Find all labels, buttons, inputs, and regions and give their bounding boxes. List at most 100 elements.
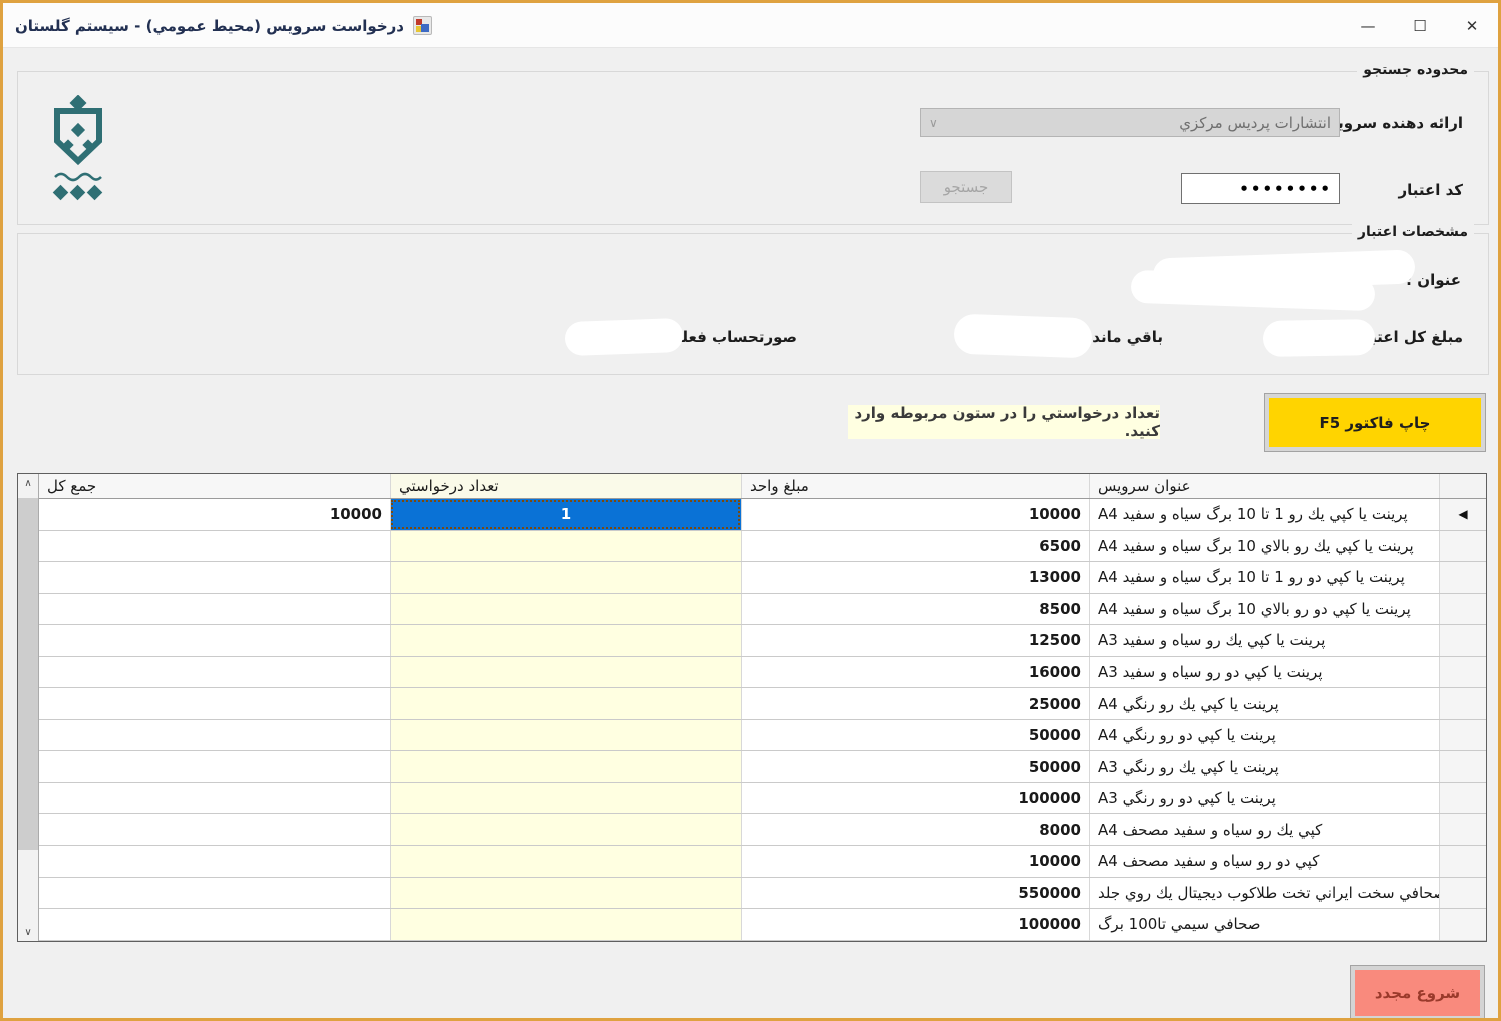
service-title-cell: پرينت يا کپي يك رو رنگي A3: [1089, 751, 1439, 782]
unit-price-cell: 10000: [741, 499, 1089, 530]
service-title-cell: پرينت يا کپي يك رو سياه و سفيد A3: [1089, 625, 1439, 656]
print-invoice-button[interactable]: چاپ فاکتور F5: [1265, 394, 1485, 451]
total-cell: [39, 814, 390, 845]
table-row: 10000کپي دو رو سياه و سفيد مصحف A4: [39, 846, 1486, 878]
qty-cell[interactable]: [390, 594, 741, 625]
table-row: 6500پرينت يا کپي يك رو بالاي 10 برگ سياه…: [39, 531, 1486, 563]
search-button[interactable]: جستجو: [920, 171, 1012, 203]
total-cell: [39, 688, 390, 719]
total-cell: [39, 720, 390, 751]
qty-cell[interactable]: [390, 562, 741, 593]
unit-price-cell: 10000: [741, 846, 1089, 877]
close-button[interactable]: ✕: [1446, 3, 1498, 48]
credit-details-legend: مشخصات اعتبار: [1352, 224, 1474, 240]
qty-cell[interactable]: [390, 531, 741, 562]
table-row: 100000صحافي سيمي تا100 برگ: [39, 909, 1486, 941]
row-header-cell[interactable]: [1439, 846, 1486, 877]
qty-cell[interactable]: [390, 751, 741, 782]
column-header-qty: تعداد درخواستي: [390, 474, 741, 498]
service-title-cell: پرينت يا کپي دو رو سياه و سفيد A3: [1089, 657, 1439, 688]
qty-cell[interactable]: [390, 878, 741, 909]
service-title-cell: پرينت يا کپي يك رو 1 تا 10 برگ سياه و سف…: [1089, 499, 1439, 530]
row-header-cell[interactable]: [1439, 814, 1486, 845]
row-header-cell[interactable]: [1439, 751, 1486, 782]
unit-price-cell: 25000: [741, 688, 1089, 719]
table-header: جمع کل تعداد درخواستي مبلغ واحد عنوان سر…: [39, 474, 1486, 499]
row-header-cell[interactable]: [1439, 531, 1486, 562]
total-cell: [39, 751, 390, 782]
unit-price-cell: 100000: [741, 909, 1089, 940]
unit-price-cell: 16000: [741, 657, 1089, 688]
restart-button[interactable]: شروع مجدد: [1351, 966, 1484, 1020]
column-header-total: جمع کل: [39, 474, 390, 498]
scroll-down-icon[interactable]: ∨: [18, 923, 38, 941]
service-title-cell: کپي يك رو سياه و سفيد مصحف A4: [1089, 814, 1439, 845]
credit-code-input[interactable]: ••••••••: [1181, 173, 1340, 204]
service-title-cell: پرينت يا کپي يك رو رنگي A4: [1089, 688, 1439, 719]
credit-title-label: عنوان :: [1406, 271, 1461, 289]
row-header-cell[interactable]: [1439, 720, 1486, 751]
search-scope-legend: محدوده جستجو: [1357, 62, 1474, 78]
total-cell: [39, 625, 390, 656]
row-header-cell[interactable]: [1439, 878, 1486, 909]
app-icon: [413, 16, 432, 35]
qty-cell[interactable]: [390, 657, 741, 688]
window-controls: — ☐ ✕: [1342, 3, 1498, 48]
total-cell: 10000: [39, 499, 390, 530]
table-row: 13000پرينت يا کپي دو رو 1 تا 10 برگ سياه…: [39, 562, 1486, 594]
window-title: درخواست سرويس (محيط عمومي) - سيستم گلستا…: [15, 17, 404, 35]
redaction-blob: [953, 314, 1092, 359]
service-title-cell: صحافي سخت ايراني تخت طلاکوب ديجيتال يك ر…: [1089, 878, 1439, 909]
service-title-cell: پرينت يا کپي دو رو رنگي A3: [1089, 783, 1439, 814]
row-header-cell[interactable]: [1439, 594, 1486, 625]
credit-code-label: کد اعتبار: [1398, 181, 1463, 199]
qty-cell[interactable]: [390, 846, 741, 877]
column-header-row-selector: [1439, 474, 1486, 498]
row-header-cell[interactable]: [1439, 562, 1486, 593]
table-row: 50000پرينت يا کپي يك رو رنگي A3: [39, 751, 1486, 783]
scroll-up-icon[interactable]: ∧: [18, 474, 38, 492]
qty-cell[interactable]: [390, 909, 741, 940]
minimize-button[interactable]: —: [1342, 3, 1394, 48]
total-cell: [39, 909, 390, 940]
qty-cell[interactable]: [390, 783, 741, 814]
unit-price-cell: 100000: [741, 783, 1089, 814]
qty-cell[interactable]: [390, 720, 741, 751]
service-title-cell: صحافي سيمي تا100 برگ: [1089, 909, 1439, 940]
total-cell: [39, 562, 390, 593]
unit-price-cell: 8500: [741, 594, 1089, 625]
qty-hint: تعداد درخواستي را در ستون مربوطه وارد کن…: [848, 405, 1160, 439]
title-bar: درخواست سرويس (محيط عمومي) - سيستم گلستا…: [3, 3, 1498, 48]
qty-cell[interactable]: [390, 814, 741, 845]
row-header-cell[interactable]: [1439, 657, 1486, 688]
column-header-service-title: عنوان سرويس: [1089, 474, 1439, 498]
total-cell: [39, 657, 390, 688]
row-header-cell[interactable]: [1439, 625, 1486, 656]
service-title-cell: پرينت يا کپي دو رو بالاي 10 برگ سياه و س…: [1089, 594, 1439, 625]
table-row: 100000پرينت يا کپي دو رو رنگي A3: [39, 783, 1486, 815]
unit-price-cell: 8000: [741, 814, 1089, 845]
title-wrap: درخواست سرويس (محيط عمومي) - سيستم گلستا…: [15, 3, 432, 48]
scrollbar-thumb[interactable]: [18, 498, 38, 850]
services-table: ∧ ∨ جمع کل تعداد درخواستي مبلغ واحد عنوا…: [17, 473, 1487, 942]
total-cell: [39, 878, 390, 909]
table-scrollbar[interactable]: ∧ ∨: [18, 474, 39, 941]
service-title-cell: پرينت يا کپي دو رو 1 تا 10 برگ سياه و سف…: [1089, 562, 1439, 593]
unit-price-cell: 13000: [741, 562, 1089, 593]
table-row: 8500پرينت يا کپي دو رو بالاي 10 برگ سياه…: [39, 594, 1486, 626]
row-header-cell[interactable]: ◀: [1439, 499, 1486, 530]
table-row: 16000پرينت يا کپي دو رو سياه و سفيد A3: [39, 657, 1486, 689]
university-logo: [47, 95, 109, 211]
row-header-cell[interactable]: [1439, 909, 1486, 940]
qty-cell[interactable]: 1: [390, 499, 741, 530]
maximize-button[interactable]: ☐: [1394, 3, 1446, 48]
qty-cell[interactable]: [390, 688, 741, 719]
row-header-cell[interactable]: [1439, 688, 1486, 719]
service-title-cell: پرينت يا کپي يك رو بالاي 10 برگ سياه و س…: [1089, 531, 1439, 562]
table-row: 10000110000پرينت يا کپي يك رو 1 تا 10 بر…: [39, 499, 1486, 531]
unit-price-cell: 550000: [741, 878, 1089, 909]
row-header-cell[interactable]: [1439, 783, 1486, 814]
qty-cell[interactable]: [390, 625, 741, 656]
provider-combobox[interactable]: ∨ انتشارات پرديس مرکزي: [920, 108, 1340, 137]
unit-price-cell: 50000: [741, 751, 1089, 782]
